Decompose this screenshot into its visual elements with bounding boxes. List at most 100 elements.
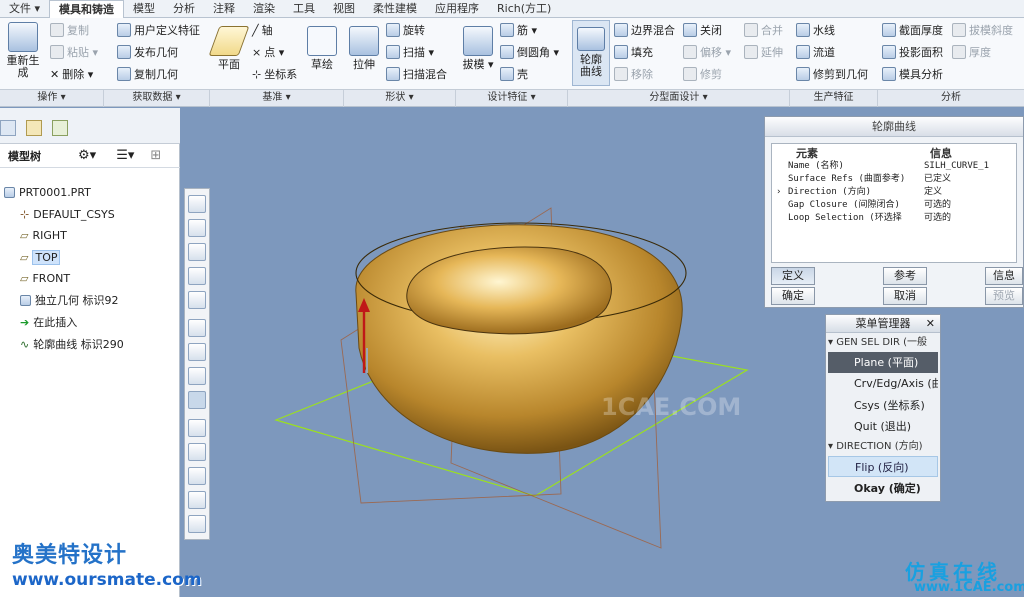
tree-item-default-csys[interactable]: ⊹ DEFAULT_CSYS <box>20 204 115 224</box>
tree-item-insert-here[interactable]: ➔ 在此插入 <box>20 312 77 332</box>
menu-item-quit[interactable]: Quit (退出) <box>828 416 938 437</box>
csys-display-button[interactable] <box>188 467 206 485</box>
regenerate-button[interactable]: 重新生成 <box>2 22 44 79</box>
remove-button[interactable]: 移除 <box>614 65 653 83</box>
plane-button[interactable]: 平面 <box>208 26 250 71</box>
tab-mold-casting[interactable]: 模具和铸造 <box>49 0 125 19</box>
section-thickness-button[interactable]: 截面厚度 <box>882 21 943 39</box>
view-manager-button[interactable] <box>188 343 206 361</box>
menu-item-csys[interactable]: Csys (坐标系) <box>828 395 938 416</box>
waterline-button[interactable]: 水线 <box>796 21 835 39</box>
ok-button[interactable]: 确定 <box>771 287 815 305</box>
group-design-features[interactable]: 设计特征 ▾ <box>456 90 568 107</box>
runner-button[interactable]: 流道 <box>796 43 835 61</box>
extend-button[interactable]: 延伸 <box>744 43 783 61</box>
tree-item-independent-geometry[interactable]: 独立几何 标识92 <box>20 290 119 310</box>
copy-geometry-button[interactable]: 复制几何 <box>117 65 178 83</box>
menu-item-crv-edg-axis[interactable]: Crv/Edg/Axis (曲 <box>828 373 938 394</box>
plane-display-button[interactable] <box>188 391 206 409</box>
tab-flexible-modeling[interactable]: 柔性建模 <box>364 0 426 18</box>
sketch-button[interactable]: 草绘 <box>305 26 339 71</box>
folder-browser-tab[interactable] <box>26 120 42 136</box>
table-row[interactable]: Name (名称) SILH_CURVE_1 <box>772 160 1016 173</box>
group-parting-surface[interactable]: 分型面设计 ▾ <box>568 90 790 107</box>
shell-button[interactable]: 壳 <box>500 65 528 83</box>
group-shapes[interactable]: 形状 ▾ <box>344 90 456 107</box>
refs-button[interactable]: 参考 <box>883 267 927 285</box>
projected-area-button[interactable]: 投影面积 <box>882 43 943 61</box>
group-operations[interactable]: 操作 ▾ <box>0 90 104 107</box>
tab-model[interactable]: 模型 <box>124 0 164 18</box>
mold-analysis-button[interactable]: 模具分析 <box>882 65 943 83</box>
trim-button[interactable]: 修剪 <box>683 65 722 83</box>
extrude-button[interactable]: 拉伸 <box>346 26 382 71</box>
annotation-display-button[interactable] <box>188 515 206 533</box>
round-button[interactable]: 倒圆角 ▾ <box>500 43 559 61</box>
tree-item-part[interactable]: PRT0001.PRT <box>4 182 91 202</box>
table-row[interactable]: › Direction (方向) 定义 <box>772 186 1016 199</box>
tree-filter-icon[interactable]: ☰▾ <box>116 148 134 163</box>
saved-views-button[interactable] <box>188 319 206 337</box>
draft-button[interactable]: 拔模 ▾ <box>460 26 496 71</box>
thickness-button[interactable]: 厚度 <box>952 43 991 61</box>
axis-display-button[interactable] <box>188 419 206 437</box>
favorites-tab[interactable] <box>52 120 68 136</box>
refit-button[interactable] <box>188 195 206 213</box>
publish-geometry-button[interactable]: 发布几何 <box>117 43 178 61</box>
offset-button[interactable]: 偏移 ▾ <box>683 43 731 61</box>
group-datum[interactable]: 基准 ▾ <box>210 90 344 107</box>
silhouette-curve-button[interactable]: 轮廓 曲线 <box>572 20 610 86</box>
delete-button[interactable]: ✕ 删除 ▾ <box>50 65 93 83</box>
group-get-data[interactable]: 获取数据 ▾ <box>104 90 210 107</box>
tree-settings-icon[interactable]: ⚙▾ <box>78 148 96 163</box>
merge-button[interactable]: 合并 <box>744 21 783 39</box>
axis-button[interactable]: ╱ 轴 <box>252 21 273 39</box>
tab-rich[interactable]: Rich(方工) <box>488 0 560 18</box>
menu-section-gen-sel-dir[interactable]: ▾ GEN SEL DIR (一般 <box>828 335 940 351</box>
tree-item-front[interactable]: ▱ FRONT <box>20 268 70 288</box>
trim-to-geometry-button[interactable]: 修剪到几何 <box>796 65 868 83</box>
fill-button[interactable]: 填充 <box>614 43 653 61</box>
tree-item-silhouette-curve[interactable]: ∿ 轮廓曲线 标识290 <box>20 334 124 354</box>
tab-view[interactable]: 视图 <box>324 0 364 18</box>
table-row[interactable]: Surface Refs (曲面参考) 已定义 <box>772 173 1016 186</box>
spin-center-button[interactable] <box>188 491 206 509</box>
tree-item-top[interactable]: ▱ TOP <box>20 247 61 267</box>
boundary-blend-button[interactable]: 边界混合 <box>614 21 675 39</box>
zoom-out-button[interactable] <box>188 243 206 261</box>
tab-render[interactable]: 渲染 <box>244 0 284 18</box>
tab-annotate[interactable]: 注释 <box>204 0 244 18</box>
model-tree-tab[interactable] <box>0 120 16 136</box>
point-display-button[interactable] <box>188 443 206 461</box>
tab-file[interactable]: 文件 ▾ <box>0 0 49 18</box>
paste-button[interactable]: 粘贴 ▾ <box>50 43 98 61</box>
sweep-button[interactable]: 扫描 ▾ <box>386 43 434 61</box>
point-button[interactable]: × 点 ▾ <box>252 43 284 61</box>
csys-button[interactable]: ⊹ 坐标系 <box>252 65 297 83</box>
perspective-button[interactable] <box>188 367 206 385</box>
cancel-button[interactable]: 取消 <box>883 287 927 305</box>
menu-item-flip[interactable]: Flip (反向) <box>828 456 938 477</box>
udf-button[interactable]: 用户定义特征 <box>117 21 200 39</box>
menu-section-direction[interactable]: ▾ DIRECTION (方向) <box>828 439 940 455</box>
tab-applications[interactable]: 应用程序 <box>426 0 488 18</box>
swept-blend-button[interactable]: 扫描混合 <box>386 65 447 83</box>
preview-button[interactable]: 预览 <box>985 287 1023 305</box>
display-style-button[interactable] <box>188 291 206 309</box>
define-button[interactable]: 定义 <box>771 267 815 285</box>
tab-tools[interactable]: 工具 <box>284 0 324 18</box>
tree-item-right[interactable]: ▱ RIGHT <box>20 225 67 245</box>
revolve-button[interactable]: 旋转 <box>386 21 425 39</box>
repaint-button[interactable] <box>188 267 206 285</box>
table-row[interactable]: Gap Closure (间隙闭合) 可选的 <box>772 199 1016 212</box>
zoom-in-button[interactable] <box>188 219 206 237</box>
table-row[interactable]: Loop Selection (环选择 可选的 <box>772 212 1016 225</box>
info-button[interactable]: 信息 <box>985 267 1023 285</box>
tab-analysis[interactable]: 分析 <box>164 0 204 18</box>
rib-button[interactable]: 筋 ▾ <box>500 21 537 39</box>
menu-item-plane[interactable]: Plane (平面) <box>828 352 938 373</box>
copy-button[interactable]: 复制 <box>50 21 89 39</box>
close-button[interactable]: 关闭 <box>683 21 722 39</box>
show-columns-icon[interactable]: ⊞ <box>150 148 161 163</box>
menu-item-okay[interactable]: Okay (确定) <box>828 478 938 499</box>
